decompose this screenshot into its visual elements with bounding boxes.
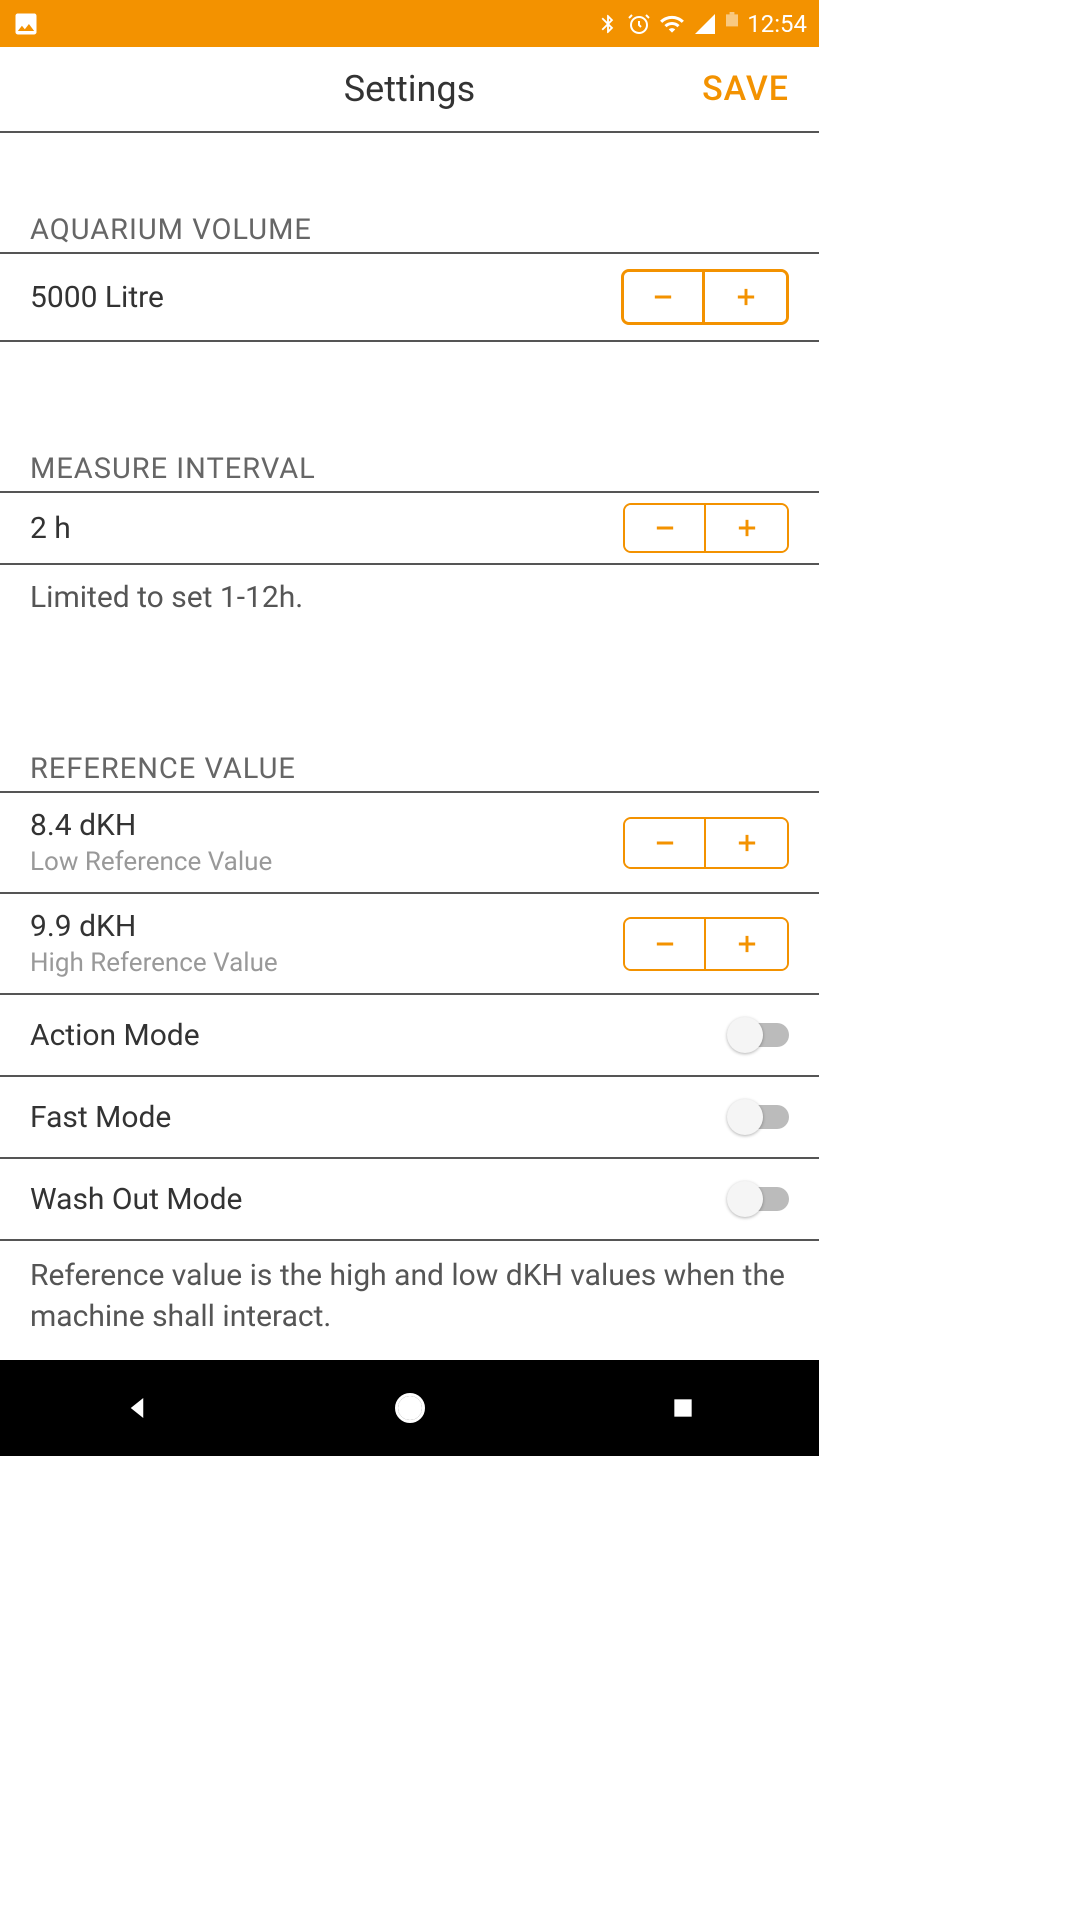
app-header: Settings SAVE [0, 47, 819, 133]
wash-out-mode-row: Wash Out Mode [0, 1159, 819, 1241]
page-title: Settings [344, 68, 475, 110]
wash-out-mode-toggle[interactable] [727, 1181, 789, 1217]
back-button[interactable] [117, 1388, 157, 1428]
low-ref-minus-button[interactable] [625, 819, 706, 867]
aquarium-minus-button[interactable] [624, 272, 705, 322]
low-reference-value: 8.4 dKH [30, 808, 272, 843]
high-reference-row: 9.9 dKH High Reference Value [0, 894, 819, 995]
interval-helper-text: Limited to set 1-12h. [0, 565, 819, 632]
low-reference-label: Low Reference Value [30, 847, 272, 877]
action-mode-row: Action Mode [0, 995, 819, 1077]
image-icon [12, 10, 40, 38]
aquarium-volume-value: 5000 Litre [30, 280, 164, 315]
save-button[interactable]: SAVE [702, 69, 789, 109]
high-ref-minus-button[interactable] [625, 919, 706, 969]
alarm-icon [627, 12, 651, 36]
status-bar: 12:54 [0, 0, 819, 47]
battery-icon [725, 12, 739, 36]
low-reference-stepper [623, 817, 789, 869]
bluetooth-icon [597, 13, 619, 35]
android-nav-bar [0, 1360, 819, 1456]
wifi-icon [659, 11, 685, 37]
reference-footer-text: Reference value is the high and low dKH … [0, 1241, 819, 1352]
low-ref-plus-button[interactable] [706, 819, 787, 867]
measure-interval-header: MEASURE INTERVAL [0, 452, 819, 493]
home-button[interactable] [390, 1388, 430, 1428]
high-reference-stepper [623, 917, 789, 971]
reference-value-header: REFERENCE VALUE [0, 752, 819, 793]
recent-apps-button[interactable] [663, 1388, 703, 1428]
low-reference-row: 8.4 dKH Low Reference Value [0, 793, 819, 894]
interval-minus-button[interactable] [625, 505, 706, 551]
high-reference-label: High Reference Value [30, 948, 278, 978]
fast-mode-row: Fast Mode [0, 1077, 819, 1159]
status-time: 12:54 [747, 10, 807, 38]
aquarium-plus-button[interactable] [705, 272, 786, 322]
aquarium-volume-row: 5000 Litre [0, 254, 819, 342]
high-reference-value: 9.9 dKH [30, 909, 278, 944]
fast-mode-toggle[interactable] [727, 1099, 789, 1135]
high-ref-plus-button[interactable] [706, 919, 787, 969]
aquarium-volume-header: AQUARIUM VOLUME [0, 213, 819, 254]
wash-out-mode-label: Wash Out Mode [30, 1182, 242, 1217]
signal-icon [693, 12, 717, 36]
interval-plus-button[interactable] [706, 505, 787, 551]
aquarium-volume-stepper [621, 269, 789, 325]
action-mode-label: Action Mode [30, 1018, 200, 1053]
measure-interval-stepper [623, 503, 789, 553]
measure-interval-row: 2 h [0, 493, 819, 565]
fast-mode-label: Fast Mode [30, 1100, 171, 1135]
action-mode-toggle[interactable] [727, 1017, 789, 1053]
measure-interval-value: 2 h [30, 511, 71, 546]
